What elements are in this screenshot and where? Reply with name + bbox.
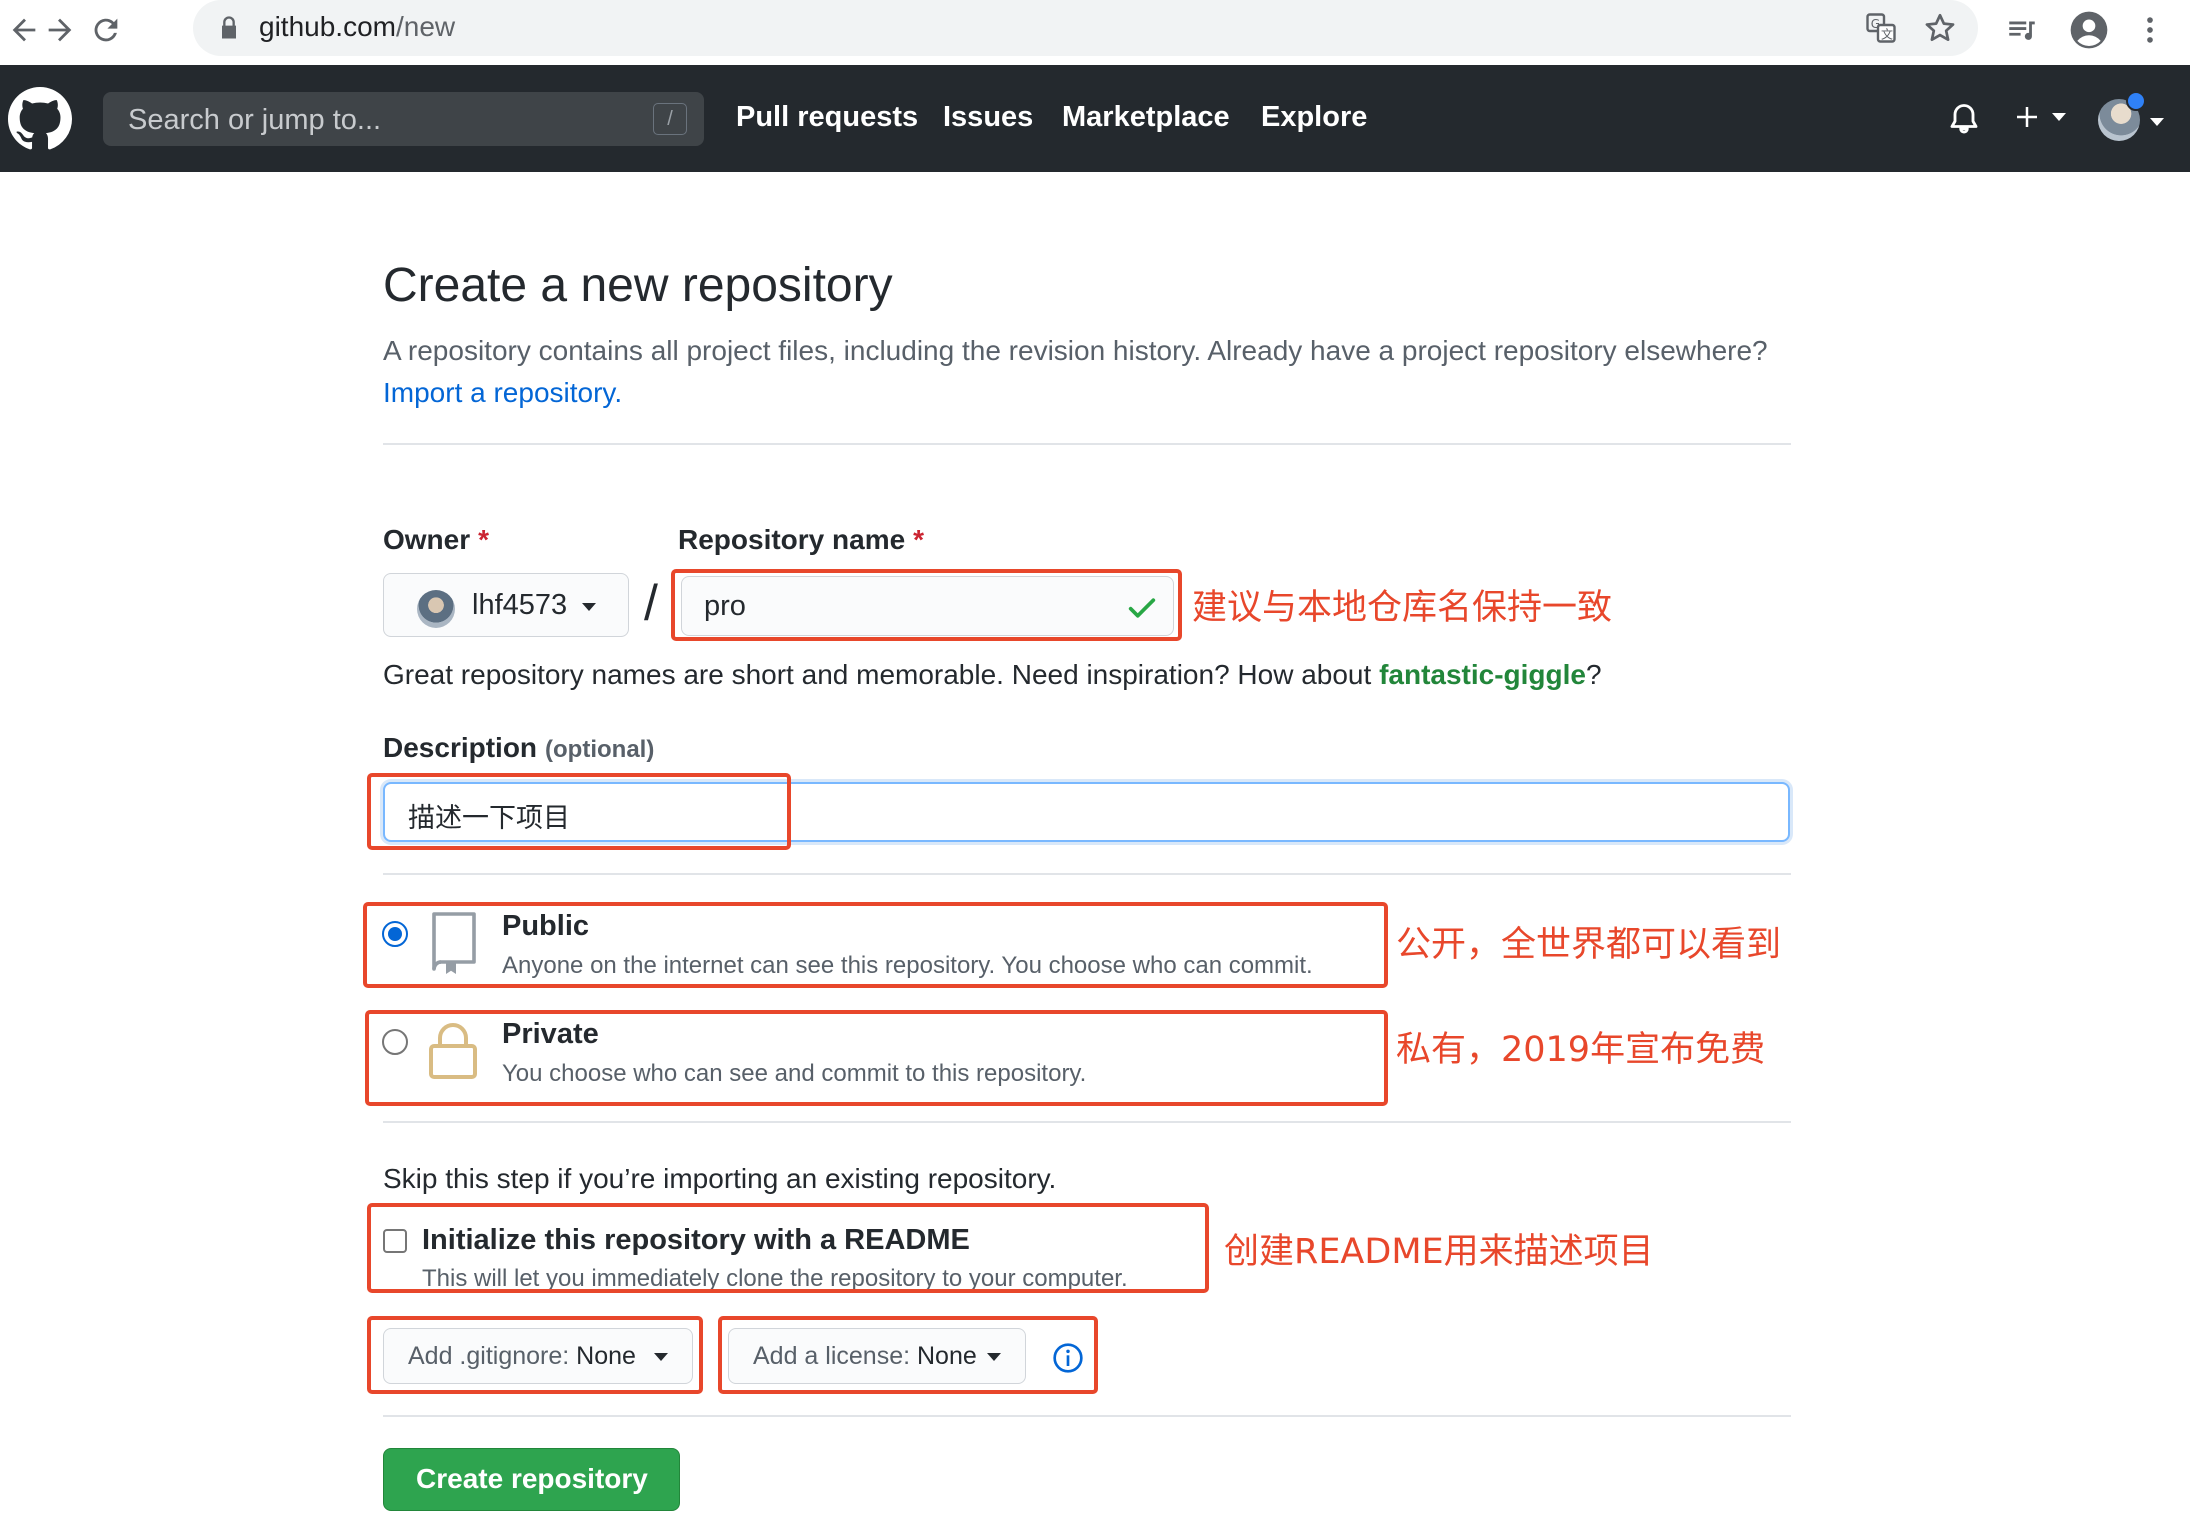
create-new-dropdown[interactable]	[2012, 87, 2066, 147]
repo-name-label: Repository name *	[678, 524, 925, 555]
address-bar[interactable]: github.com/new G文	[193, 0, 1978, 56]
private-radio[interactable]	[382, 1029, 408, 1055]
owner-avatar	[417, 590, 455, 628]
owner-repo-separator: /	[644, 575, 658, 631]
description-input[interactable]: 描述一下项目	[383, 782, 1790, 842]
repo-name-hint: Great repository names are short and mem…	[383, 659, 1602, 690]
translate-icon[interactable]: G文	[1863, 10, 1899, 46]
public-radio[interactable]	[382, 921, 408, 947]
gitignore-text: Add .gitignore: None	[408, 1342, 636, 1370]
gitignore-select[interactable]: Add .gitignore: None	[383, 1328, 693, 1384]
divider	[383, 443, 1791, 445]
divider	[383, 873, 1791, 875]
description-label: Description (optional)	[383, 732, 655, 763]
readme-title: Initialize this repository with a README	[422, 1224, 970, 1256]
skip-step-text: Skip this step if you’re importing an ex…	[383, 1163, 1057, 1194]
star-icon[interactable]	[1922, 10, 1958, 46]
url-text: github.com/new	[259, 11, 456, 42]
public-description: Anyone on the internet can see this repo…	[502, 952, 1313, 979]
check-icon	[1128, 598, 1156, 618]
media-queue-icon	[2009, 21, 2035, 40]
chevron-down-icon	[987, 1353, 1001, 1361]
forward-button[interactable]	[36, 6, 84, 54]
lock-icon	[222, 16, 236, 39]
chevron-down-icon	[582, 603, 596, 611]
nav-explore[interactable]: Explore	[1261, 101, 1367, 134]
readme-description: This will let you immediately clone the …	[422, 1265, 1128, 1292]
kebab-menu-icon	[2147, 17, 2153, 43]
repo-name-value: pro	[704, 590, 746, 622]
license-text: Add a license: None	[753, 1342, 977, 1370]
annotation-public: 公开，全世界都可以看到	[1396, 925, 1782, 965]
license-select[interactable]: Add a license: None	[728, 1328, 1026, 1384]
annotation-readme: 创建README用来描述项目	[1224, 1232, 1654, 1272]
nav-pull-requests[interactable]: Pull requests	[736, 101, 918, 134]
svg-text:文: 文	[1881, 27, 1893, 42]
account-icon	[2070, 11, 2108, 49]
nav-marketplace[interactable]: Marketplace	[1062, 101, 1230, 134]
search-placeholder: Search or jump to...	[128, 104, 382, 136]
arrow-right-icon	[48, 18, 72, 42]
name-suggestion[interactable]: fantastic-giggle	[1379, 659, 1586, 690]
github-logo-icon[interactable]	[8, 87, 72, 151]
chevron-down-icon	[2052, 113, 2066, 121]
create-repository-button[interactable]: Create repository	[383, 1448, 680, 1511]
repo-icon	[432, 912, 476, 974]
owner-label: Owner *	[383, 524, 490, 555]
browser-toolbar: github.com/new G文	[0, 0, 2190, 65]
owner-select[interactable]: lhf4573	[383, 573, 629, 637]
notification-dot	[2126, 91, 2146, 111]
reload-button[interactable]	[82, 6, 130, 54]
divider	[383, 1415, 1791, 1417]
media-queue-button[interactable]	[2000, 8, 2044, 52]
profile-button[interactable]	[2067, 8, 2111, 52]
page-title: Create a new repository	[383, 259, 893, 312]
search-shortcut-key: /	[653, 103, 687, 135]
chevron-down-icon	[654, 1353, 668, 1361]
github-header: Search or jump to... / Pull requests Iss…	[0, 65, 2190, 172]
divider	[383, 1121, 1791, 1123]
info-icon[interactable]	[1052, 1342, 1084, 1374]
description-value: 描述一下项目	[408, 803, 570, 834]
bell-icon[interactable]	[1946, 101, 1982, 137]
avatar-chevron-down-icon[interactable]	[2150, 118, 2164, 126]
annotation-private: 私有，2019年宣布免费	[1396, 1030, 1766, 1070]
repo-name-input[interactable]: pro	[681, 576, 1174, 636]
page-subtitle: A repository contains all project files,…	[383, 330, 1803, 414]
browser-menu-button[interactable]	[2128, 8, 2172, 52]
annotation-repo-name: 建议与本地仓库名保持一致	[1192, 588, 1613, 628]
private-description: You choose who can see and commit to thi…	[502, 1060, 1087, 1087]
readme-checkbox[interactable]	[383, 1229, 407, 1253]
search-input[interactable]: Search or jump to... /	[103, 92, 704, 146]
import-repository-link[interactable]: Import a repository.	[383, 377, 622, 408]
private-title: Private	[502, 1018, 599, 1050]
owner-name: lhf4573	[472, 589, 568, 621]
subtitle-text: A repository contains all project files,…	[383, 335, 1768, 366]
plus-icon	[2017, 107, 2037, 127]
nav-issues[interactable]: Issues	[943, 101, 1033, 134]
lock-icon	[429, 1023, 477, 1079]
public-title: Public	[502, 910, 590, 942]
reload-icon	[94, 18, 118, 42]
